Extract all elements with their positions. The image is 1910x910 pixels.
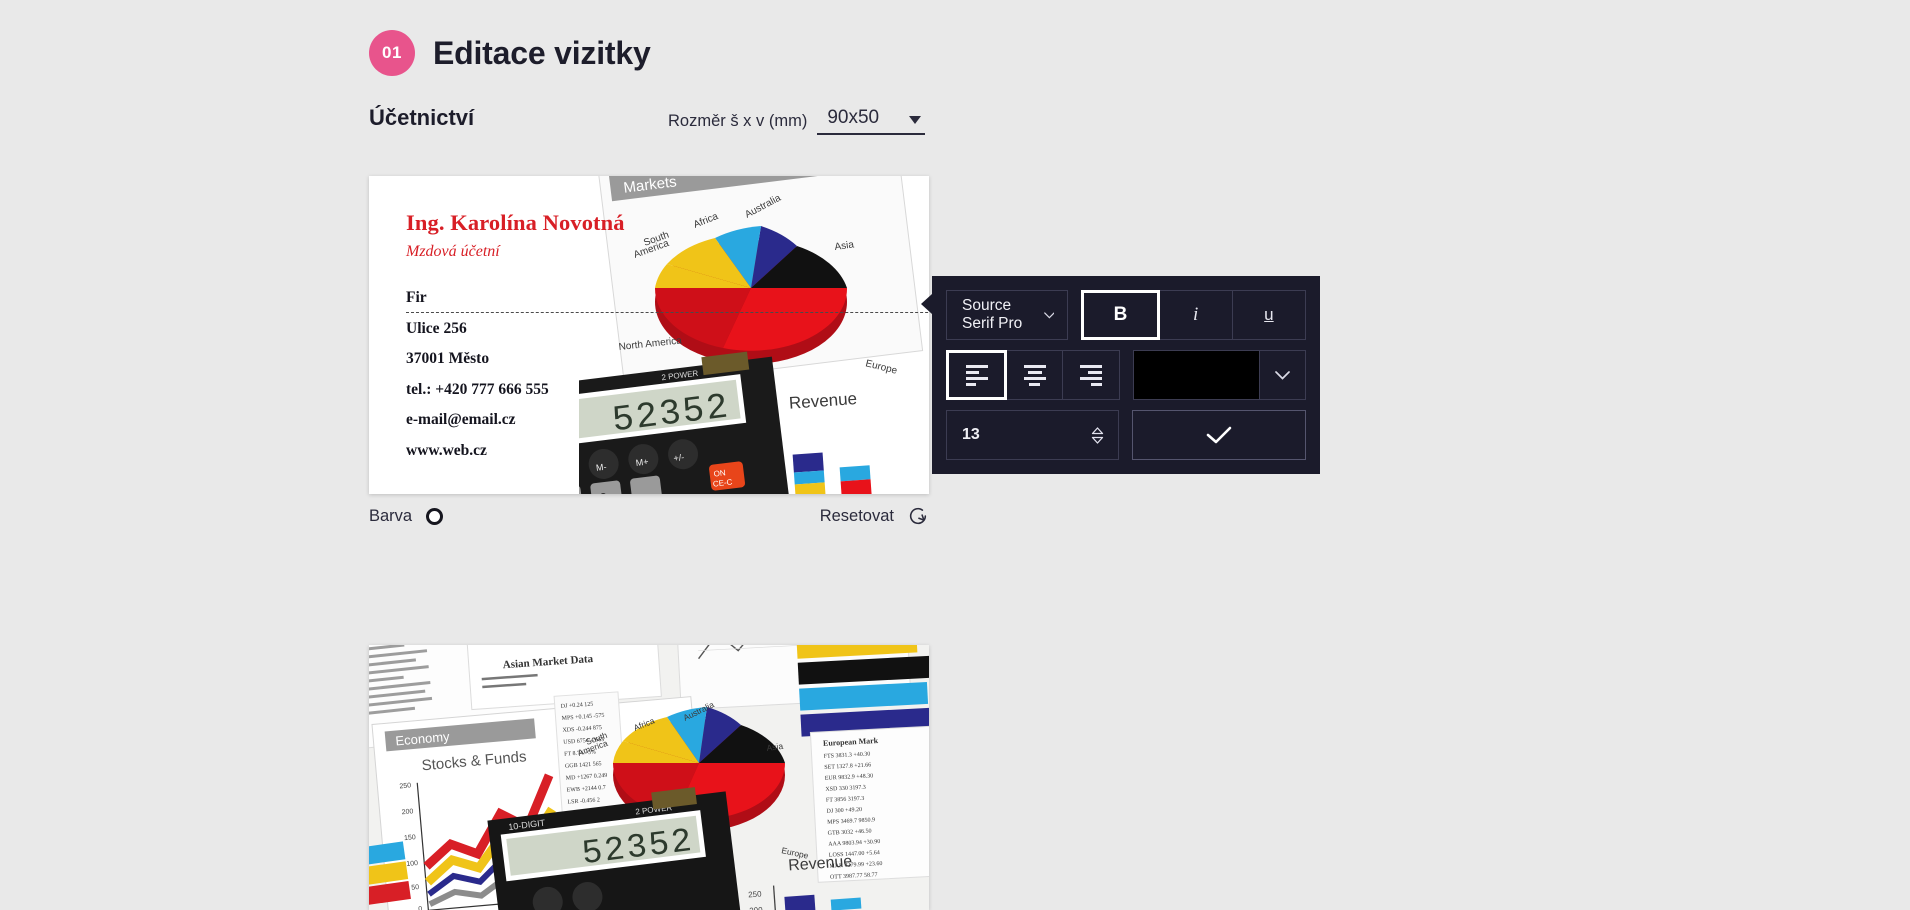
toolbar-row-2 [946, 350, 1306, 400]
svg-text:100: 100 [406, 860, 418, 868]
card-role[interactable]: Mzdová účetní [406, 243, 736, 261]
align-left-icon [965, 364, 988, 386]
chevron-down-icon [1043, 311, 1055, 319]
svg-text:250: 250 [748, 889, 762, 899]
text-color-picker[interactable] [1132, 350, 1306, 400]
main-content: 01 Editace vizitky Účetnictví Rozměr š x… [0, 0, 1320, 910]
card-actions-row: Barva Resetovat [369, 505, 929, 527]
page-title: Editace vizitky [433, 34, 651, 71]
text-style-group: B i u [1081, 290, 1307, 340]
card-back-preview[interactable]: Asian Market Data Economy Stocks & Funds… [369, 645, 929, 910]
chevron-down-icon [1275, 370, 1290, 380]
font-family-select[interactable]: Source Serif Pro [946, 290, 1069, 340]
reset-label: Resetovat [819, 506, 894, 525]
reset-button[interactable]: Resetovat [820, 505, 929, 527]
svg-text:0: 0 [418, 906, 423, 910]
stepper-up-down-icon[interactable] [1091, 426, 1104, 444]
confirm-button[interactable] [1131, 410, 1306, 460]
toolbar-row-1: Source Serif Pro B i u [946, 290, 1307, 340]
card-email[interactable]: e-mail@email.cz [406, 411, 736, 429]
step-badge: 01 [369, 30, 415, 76]
svg-text:200: 200 [749, 905, 763, 910]
card-firm-field[interactable]: Fir [406, 289, 929, 313]
page-header: 01 Editace vizitky [369, 30, 651, 76]
business-card-preview[interactable]: Markets South America Africa Australia A… [369, 176, 929, 494]
other-templates-sidebar: Ostatní vzory Oblíbené Čistě bílá Jméno [1262, 0, 1910, 910]
align-right-icon [1079, 364, 1102, 386]
toolbar-pointer [921, 294, 932, 314]
reset-arrow-icon [909, 507, 927, 525]
color-label: Barva [369, 506, 413, 525]
card-phone[interactable]: tel.: +420 777 666 555 [406, 381, 736, 399]
font-family-value: Source Serif Pro [962, 297, 1023, 332]
italic-button[interactable]: i [1158, 290, 1233, 340]
text-color-dropdown-button[interactable] [1260, 350, 1306, 400]
align-center-button[interactable] [1006, 350, 1064, 400]
align-left-button[interactable] [946, 350, 1008, 400]
check-icon [1206, 426, 1232, 444]
text-color-swatch[interactable] [1132, 350, 1260, 400]
font-size-stepper[interactable]: 13 [946, 410, 1119, 460]
size-label: Rozměr š x v (mm) [668, 112, 808, 131]
align-center-icon [1023, 364, 1046, 386]
color-swatch-button[interactable] [426, 507, 444, 525]
card-web[interactable]: www.web.cz [406, 442, 736, 460]
italic-label: i [1193, 304, 1199, 325]
size-select-value: 90x50 [827, 107, 880, 128]
font-size-value: 13 [962, 426, 980, 443]
bold-button[interactable]: B [1081, 290, 1160, 340]
page-root: 01 Editace vizitky Účetnictví Rozměr š x… [0, 0, 1910, 910]
svg-text:50: 50 [411, 884, 419, 892]
text-align-group [946, 350, 1120, 400]
color-picker-group[interactable]: Barva [369, 506, 444, 526]
caret-down-icon [909, 115, 922, 124]
bold-label: B [1113, 304, 1128, 325]
text-format-toolbar[interactable]: Source Serif Pro B i u 13 [921, 276, 1320, 474]
card-street[interactable]: Ulice 256 [406, 320, 736, 338]
card-city[interactable]: 37001 Město [406, 350, 736, 368]
card-name[interactable]: Ing. Karolína Novotná [406, 210, 736, 236]
svg-text:150: 150 [404, 834, 416, 842]
size-selector-row: Rozměr š x v (mm) 90x50 [668, 107, 926, 135]
align-right-button[interactable] [1062, 350, 1120, 400]
svg-text:200: 200 [401, 808, 413, 816]
category-subtitle: Účetnictví [369, 105, 475, 130]
svg-text:250: 250 [399, 782, 411, 790]
card-text-block: Ing. Karolína Novotná Mzdová účetní Fir … [406, 210, 929, 472]
toolbar-row-3: 13 [946, 410, 1306, 460]
card-contact-block: Fir Ulice 256 37001 Město tel.: +420 777… [406, 289, 929, 460]
size-select[interactable]: 90x50 [817, 107, 926, 135]
underline-button[interactable]: u [1231, 290, 1307, 340]
underline-label: u [1264, 305, 1274, 324]
